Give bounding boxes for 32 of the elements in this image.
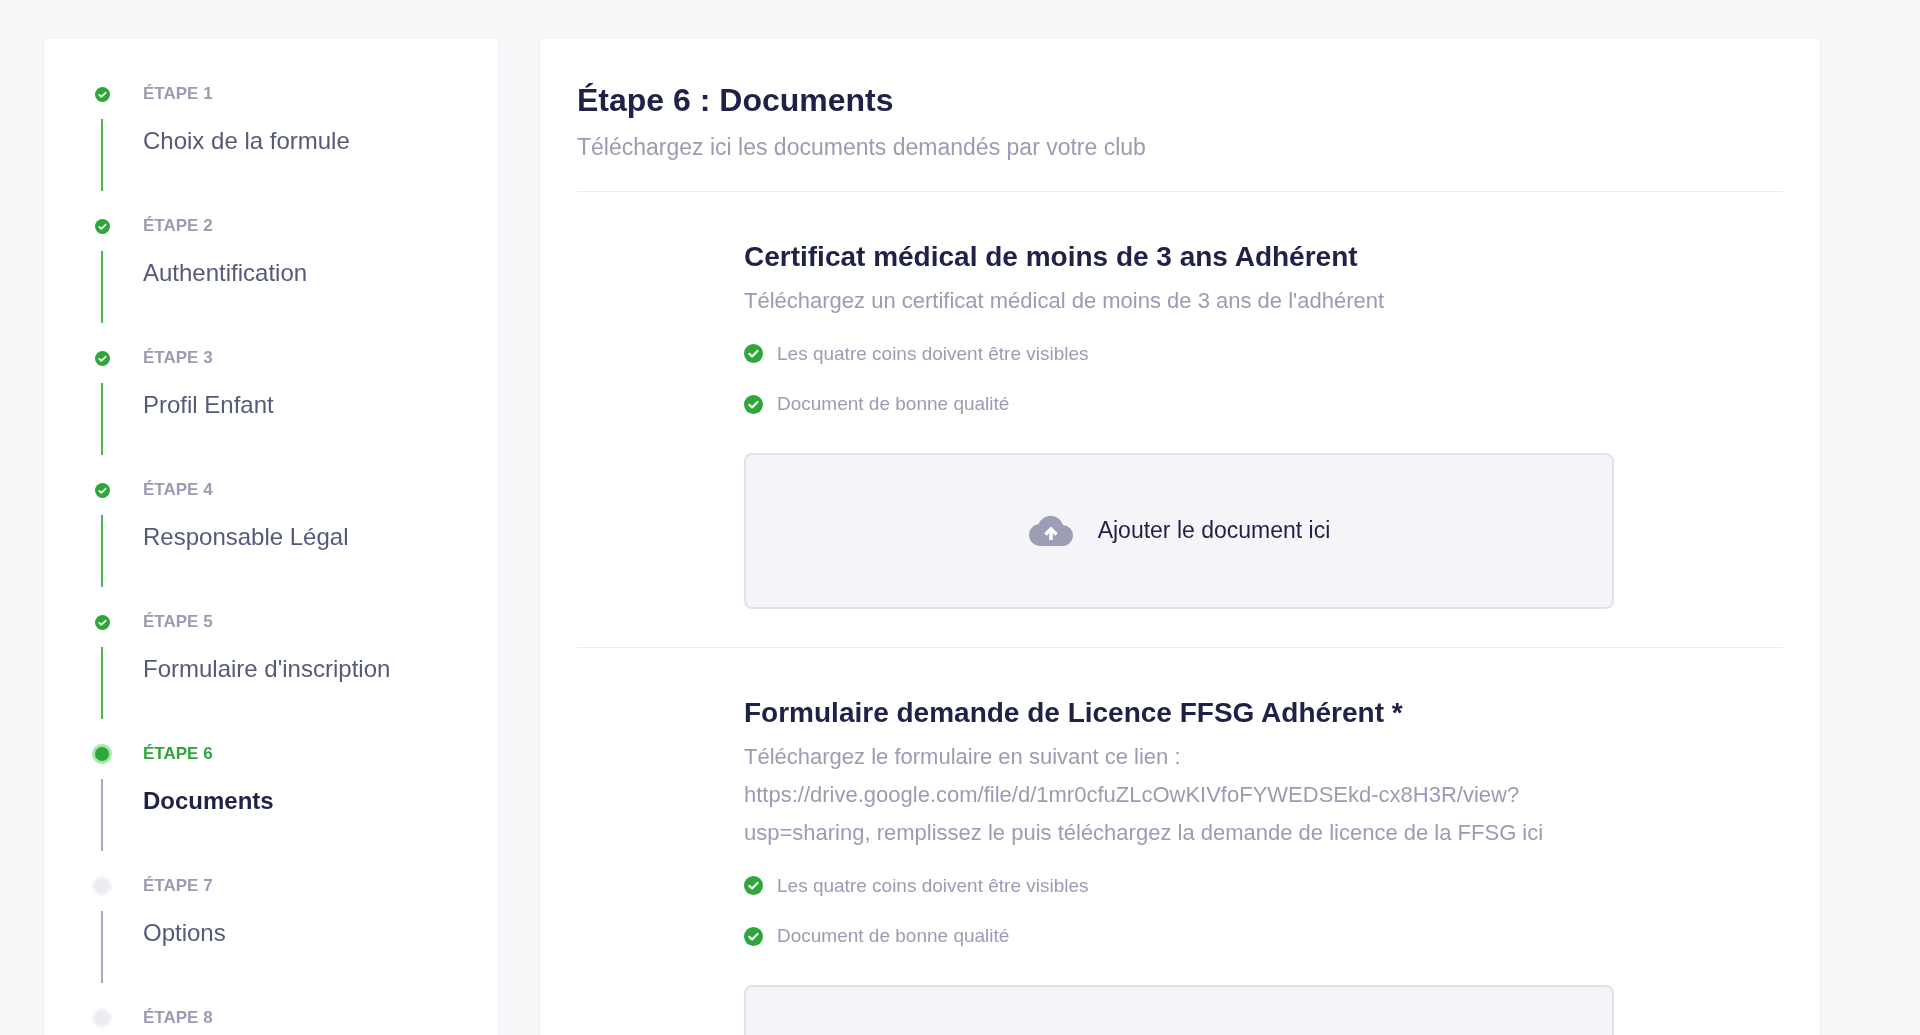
step-title[interactable]: Choix de la formule [143,123,350,159]
step-number: ÉTAPE 1 [143,83,213,106]
document-description: Téléchargez un certificat médical de moins de 3 ans de l'adhérent [744,286,1386,315]
step-title[interactable]: Profil Enfant [143,387,274,423]
step-title[interactable]: Formulaire d'inscription [143,651,391,687]
step-title[interactable]: Responsable Légal [143,519,349,555]
step-number: ÉTAPE 5 [143,611,213,634]
step-number: ÉTAPE 6 [143,743,213,766]
step-title[interactable]: Documents [143,783,274,819]
step-title[interactable]: Authentification [143,255,308,291]
requirement-text: Document de bonne qualité [777,924,1010,948]
step-number: ÉTAPE 8 [143,1007,213,1030]
check-circle-icon [744,394,763,414]
step-number: ÉTAPE 4 [143,479,213,502]
document-title: Certificat médical de moins de 3 ans Adhérent [744,239,1359,274]
page-subtitle: Téléchargez ici les documents demandés par votre club [577,133,1147,162]
check-circle-icon [744,876,763,896]
requirement-text: Les quatre coins doivent être visibles [777,341,1089,366]
cloud-upload-icon [1027,515,1074,546]
step-number: ÉTAPE 7 [143,875,213,898]
page-title: Étape 6 : Documents [577,81,895,120]
check-circle-icon [744,926,763,946]
requirement-text: Les quatre coins doivent être visibles [777,873,1089,898]
requirement-text: Document de bonne qualité [777,392,1010,416]
step-number: ÉTAPE 3 [143,347,213,370]
document-description: Téléchargez le formulaire en suivant ce lien : https://drive.google.com/file/d/1mr0cfuZLcOwKIVfoFYWEDSEkd-cx8H3R/view?usp=sharing, remplissez le puis téléchargez la demande de licence de la FFSG ici [744,742,1545,847]
upload-dropzone[interactable]: Ajouter le document ici [744,452,1614,609]
step-title[interactable]: Options [143,915,226,951]
document-title: Formulaire demande de Licence FFSG Adhérent * [744,695,1404,730]
check-circle-icon [744,344,763,364]
upload-label: Ajouter le document ici [1097,516,1331,546]
step-number: ÉTAPE 2 [143,215,213,238]
